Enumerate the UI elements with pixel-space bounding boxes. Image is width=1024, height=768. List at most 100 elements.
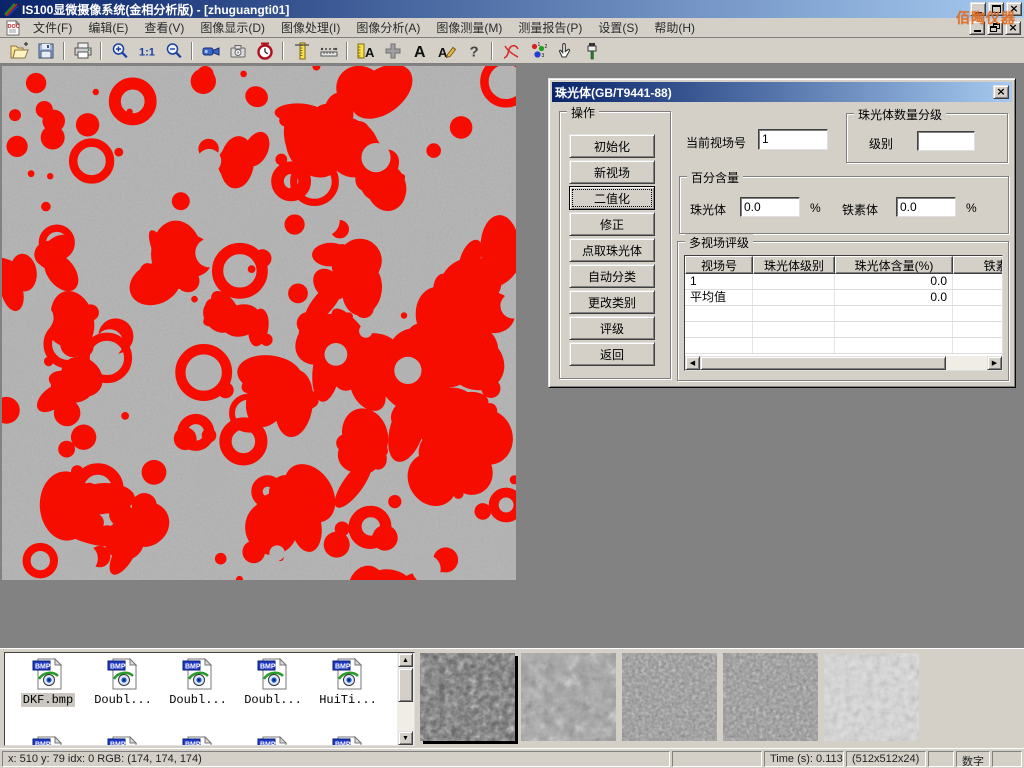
mdi-restore-button[interactable]	[987, 21, 1003, 35]
file-item[interactable]: BMP Doubl...	[86, 657, 160, 707]
menu-item[interactable]: 测量报告(P)	[510, 17, 590, 38]
table-row[interactable]	[685, 322, 1003, 338]
menu-item[interactable]: 图像显示(D)	[192, 17, 273, 38]
count-points-button[interactable]: 123	[525, 40, 550, 62]
operation-button[interactable]: 返回	[569, 342, 655, 366]
brush-button[interactable]	[579, 40, 604, 62]
pearlite-percent-input[interactable]: 0.0	[740, 197, 800, 217]
open-button[interactable]	[6, 40, 31, 62]
file-item[interactable]: BMP	[11, 735, 85, 746]
vertical-ruler-button[interactable]	[289, 40, 314, 62]
titlebar[interactable]: IS100显微摄像系统(金相分析版) - [zhuguangti01] ×	[0, 0, 1024, 18]
file-browser-panel: ▲ ▼ BMPDKF.bmpBMPDoubl...BMPDoubl...BMPD…	[0, 648, 1024, 748]
operation-button[interactable]: 更改类别	[569, 290, 655, 314]
menu-item[interactable]: 编辑(E)	[80, 17, 136, 38]
help-button[interactable]: ?	[461, 40, 486, 62]
arrow-right-icon: ▶	[992, 359, 997, 367]
table-column-header[interactable]: 铁素体含量(%)	[953, 256, 1003, 274]
close-icon: ×	[1009, 4, 1018, 14]
ferrite-percent-label: 铁素体	[842, 201, 878, 218]
minimize-button[interactable]	[970, 2, 986, 16]
horizontal-ruler-button[interactable]	[316, 40, 341, 62]
menu-item[interactable]: 帮助(H)	[646, 17, 703, 38]
table-column-header[interactable]: 视场号	[685, 256, 753, 274]
file-item[interactable]: BMPDKF.bmp	[11, 657, 85, 707]
table-row[interactable]: 平均值0.0	[685, 290, 1003, 306]
close-button[interactable]: ×	[1006, 2, 1022, 16]
file-item[interactable]: BMP	[86, 735, 160, 746]
mdi-window-controls: ×	[967, 21, 1021, 35]
table-cell	[753, 322, 835, 337]
menu-item[interactable]: 设置(S)	[590, 17, 646, 38]
rating-table[interactable]: 视场号珠光体级别珠光体含量(%)铁素体含量(%) 10.0平均值0.0 ◀ ▶	[684, 255, 1003, 371]
file-item[interactable]: BMPHuiTi...	[311, 657, 385, 707]
file-item[interactable]: BMP	[161, 735, 235, 746]
mdi-close-button[interactable]: ×	[1005, 21, 1021, 35]
file-item[interactable]: BMPDoubl...	[236, 657, 310, 707]
operation-button[interactable]: 自动分类	[569, 264, 655, 288]
operation-button[interactable]: 二值化	[569, 186, 655, 210]
thumbnail[interactable]	[824, 653, 919, 741]
table-cell	[953, 306, 1003, 321]
micrograph-image[interactable]	[2, 66, 516, 580]
svg-text:BMP: BMP	[35, 742, 51, 747]
grade-level-input[interactable]	[917, 131, 975, 151]
operation-button[interactable]: 点取珠光体	[569, 238, 655, 262]
curve-button[interactable]	[498, 40, 523, 62]
zoom-out-button[interactable]	[161, 40, 186, 62]
scroll-up-button[interactable]: ▲	[398, 653, 413, 667]
file-item[interactable]: BMPDoubl...	[161, 657, 235, 707]
ferrite-percent-input[interactable]: 0.0	[896, 197, 956, 217]
file-item[interactable]: BMP	[311, 735, 385, 746]
file-name: Doubl...	[92, 693, 154, 707]
scrollbar-thumb[interactable]	[398, 668, 413, 702]
font-button[interactable]: A	[407, 40, 432, 62]
file-list[interactable]: ▲ ▼ BMPDKF.bmpBMPDoubl...BMPDoubl...BMPD…	[4, 652, 415, 746]
table-column-header[interactable]: 珠光体含量(%)	[835, 256, 953, 274]
font-edit-button[interactable]: A	[434, 40, 459, 62]
menu-item[interactable]: 图像分析(A)	[348, 17, 428, 38]
actual-size-button[interactable]: 1:1	[134, 40, 159, 62]
zoom-in-button[interactable]	[107, 40, 132, 62]
video-camera-button[interactable]	[198, 40, 223, 62]
timer-button[interactable]	[252, 40, 277, 62]
photo-camera-button[interactable]	[225, 40, 250, 62]
move-cross-button[interactable]	[380, 40, 405, 62]
file-item[interactable]: BMP	[236, 735, 310, 746]
current-field-input[interactable]: 1	[758, 129, 828, 150]
operation-button[interactable]: 评级	[569, 316, 655, 340]
operation-button[interactable]: 初始化	[569, 134, 655, 158]
maximize-button[interactable]	[988, 2, 1004, 16]
menu-item[interactable]: 图像测量(M)	[428, 17, 510, 38]
thumbnail[interactable]	[723, 653, 818, 741]
thumbnail[interactable]	[622, 653, 717, 741]
thumbnail[interactable]	[420, 653, 515, 741]
mdi-minimize-button[interactable]	[969, 21, 985, 35]
table-column-header[interactable]: 珠光体级别	[753, 256, 835, 274]
table-row[interactable]: 10.0	[685, 274, 1003, 290]
scroll-left-button[interactable]: ◀	[685, 356, 700, 370]
thumbnail[interactable]	[521, 653, 616, 741]
dialog-close-button[interactable]: ×	[993, 85, 1009, 99]
scroll-right-button[interactable]: ▶	[987, 356, 1002, 370]
operation-button[interactable]: 新视场	[569, 160, 655, 184]
scrollbar-thumb[interactable]	[700, 356, 946, 370]
hand-pen-button[interactable]	[552, 40, 577, 62]
file-list-scrollbar[interactable]: ▲ ▼	[397, 653, 414, 745]
save-button[interactable]	[33, 40, 58, 62]
menu-item[interactable]: 图像处理(I)	[273, 17, 348, 38]
measure-font-button[interactable]: A	[353, 40, 378, 62]
table-row[interactable]	[685, 306, 1003, 322]
table-horizontal-scrollbar[interactable]: ◀ ▶	[685, 356, 1002, 370]
print-button[interactable]	[70, 40, 95, 62]
file-name: HuiTi...	[317, 693, 379, 707]
scroll-down-button[interactable]: ▼	[398, 731, 413, 745]
scrollbar-track[interactable]	[946, 356, 987, 370]
operation-button[interactable]: 修正	[569, 212, 655, 236]
arrow-left-icon: ◀	[690, 359, 695, 367]
dialog-titlebar[interactable]: 珠光体(GB/T9441-88) ×	[552, 82, 1012, 102]
menu-item[interactable]: 查看(V)	[136, 17, 192, 38]
svg-text:BMP: BMP	[110, 664, 126, 671]
table-row[interactable]	[685, 338, 1003, 354]
menu-item[interactable]: 文件(F)	[25, 17, 80, 38]
